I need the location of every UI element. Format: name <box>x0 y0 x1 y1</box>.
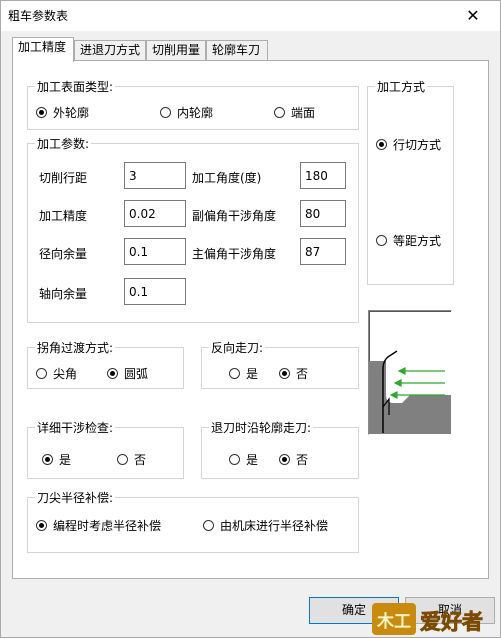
axial-allowance-input[interactable] <box>124 278 186 305</box>
angle-label: 加工角度(度) <box>192 171 262 185</box>
corner-sharp-radio[interactable]: 尖角 <box>36 365 77 382</box>
retract-contour-legend: 退刀时沿轮廓走刀: <box>209 419 314 436</box>
interference-check-group: 详细干涉检查: 是 否 <box>27 419 184 479</box>
surface-face-radio[interactable]: 端面 <box>274 104 315 121</box>
axial-allowance-label: 轴向余量 <box>39 287 88 301</box>
workpiece-shape <box>369 361 451 434</box>
radio-dot-selected <box>36 107 47 118</box>
toolpath-diagram <box>369 350 451 434</box>
machining-mode-group: 加工方式 行切方式 等距方式 <box>367 78 454 285</box>
angle-input[interactable] <box>300 162 346 189</box>
corner-sharp-label: 尖角 <box>53 367 78 381</box>
radial-allowance-label: 径向余量 <box>39 247 88 261</box>
watermark-text: 爱好者 <box>420 610 483 634</box>
cut-spacing-label: 切削行距 <box>39 171 88 185</box>
window-title: 粗车参数表 <box>8 9 69 23</box>
radio-dot <box>229 368 240 379</box>
reverse-yes-radio[interactable]: 是 <box>229 365 258 382</box>
radio-dot-selected <box>42 454 53 465</box>
reverse-no-label: 否 <box>296 367 309 381</box>
nose-radius-comp-legend: 刀尖半径补偿: <box>35 489 116 506</box>
close-button[interactable]: ✕ <box>447 1 499 30</box>
radial-allowance-input[interactable] <box>124 238 186 265</box>
corner-arc-radio[interactable]: 圆弧 <box>107 365 148 382</box>
feed-arrows <box>389 367 445 399</box>
tab-precision[interactable]: 加工精度 <box>12 37 74 62</box>
minor-angle-input[interactable] <box>300 200 346 227</box>
surface-type-legend: 加工表面类型: <box>35 78 116 95</box>
tab-contour-tool[interactable]: 轮廓车刀 <box>206 40 268 61</box>
interference-no-radio[interactable]: 否 <box>117 451 146 468</box>
interference-yes-radio[interactable]: 是 <box>42 451 71 468</box>
reverse-yes-label: 是 <box>246 367 259 381</box>
interference-check-legend: 详细干涉检查: <box>35 419 116 436</box>
radio-dot <box>160 107 171 118</box>
nose-radius-comp-group: 刀尖半径补偿: 编程时考虑半径补偿 由机床进行半径补偿 <box>27 489 359 553</box>
major-angle-label: 主偏角干涉角度 <box>192 247 277 261</box>
radio-dot-selected <box>279 454 290 465</box>
radio-dot <box>376 235 387 246</box>
retract-no-radio[interactable]: 否 <box>279 451 308 468</box>
tab-approach-retract[interactable]: 进退刀方式 <box>74 40 146 61</box>
machining-mode-legend: 加工方式 <box>375 78 428 95</box>
interference-yes-label: 是 <box>59 453 72 467</box>
precision-label: 加工精度 <box>39 209 88 223</box>
mode-row-cut-label: 行切方式 <box>393 138 442 152</box>
params-legend: 加工参数: <box>35 135 92 152</box>
surface-inner-radio[interactable]: 内轮廓 <box>160 104 213 121</box>
dialog-window: 粗车参数表 ✕ 加工精度 进退刀方式 切削用量 轮廓车刀 加工表面类型: 外轮廓… <box>0 0 501 638</box>
surface-outer-radio[interactable]: 外轮廓 <box>36 104 89 121</box>
radio-dot-selected <box>107 368 118 379</box>
corner-transition-legend: 拐角过渡方式: <box>35 339 116 356</box>
surface-face-label: 端面 <box>291 106 316 120</box>
radio-dot <box>274 107 285 118</box>
retract-no-label: 否 <box>296 453 309 467</box>
radio-dot <box>229 454 240 465</box>
radio-dot-selected <box>376 139 387 150</box>
surface-type-group: 加工表面类型: 外轮廓 内轮廓 端面 <box>27 78 359 130</box>
toolpath-preview-image <box>368 310 452 435</box>
cut-spacing-input[interactable] <box>124 162 186 189</box>
minor-angle-label: 副偏角干涉角度 <box>192 209 277 223</box>
surface-outer-label: 外轮廓 <box>53 106 90 120</box>
mode-row-cut-radio[interactable]: 行切方式 <box>376 136 441 153</box>
major-angle-input[interactable] <box>300 238 346 265</box>
corner-arc-label: 圆弧 <box>124 367 149 381</box>
radio-dot-selected <box>279 368 290 379</box>
retract-contour-group: 退刀时沿轮廓走刀: 是 否 <box>201 419 359 479</box>
surface-inner-label: 内轮廓 <box>177 106 214 120</box>
watermark-badge-text: 木工 <box>376 611 411 632</box>
tab-cutting-amount[interactable]: 切削用量 <box>146 40 206 61</box>
comp-programming-radio[interactable]: 编程时考虑半径补偿 <box>36 517 161 534</box>
radio-dot <box>203 520 214 531</box>
comp-machine-label: 由机床进行半径补偿 <box>220 519 329 533</box>
radio-dot <box>36 368 47 379</box>
mode-equidistant-label: 等距方式 <box>393 234 442 248</box>
interference-no-label: 否 <box>134 453 147 467</box>
reverse-feed-legend: 反向走刀: <box>209 339 266 356</box>
retract-yes-radio[interactable]: 是 <box>229 451 258 468</box>
comp-programming-label: 编程时考虑半径补偿 <box>53 519 162 533</box>
corner-transition-group: 拐角过渡方式: 尖角 圆弧 <box>27 339 184 389</box>
mode-equidistant-radio[interactable]: 等距方式 <box>376 232 441 249</box>
watermark-logo: 木工 爱好者 <box>372 603 483 635</box>
reverse-no-radio[interactable]: 否 <box>279 365 308 382</box>
retract-yes-label: 是 <box>246 453 259 467</box>
reverse-feed-group: 反向走刀: 是 否 <box>201 339 359 389</box>
precision-input[interactable] <box>124 200 186 227</box>
radio-dot <box>117 454 128 465</box>
radio-dot-selected <box>36 520 47 531</box>
title-bar[interactable]: 粗车参数表 ✕ <box>1 1 500 31</box>
comp-machine-radio[interactable]: 由机床进行半径补偿 <box>203 517 328 534</box>
params-group: 加工参数: 切削行距 加工角度(度) 加工精度 副偏角干涉角度 径向余量 主偏角… <box>27 135 359 323</box>
